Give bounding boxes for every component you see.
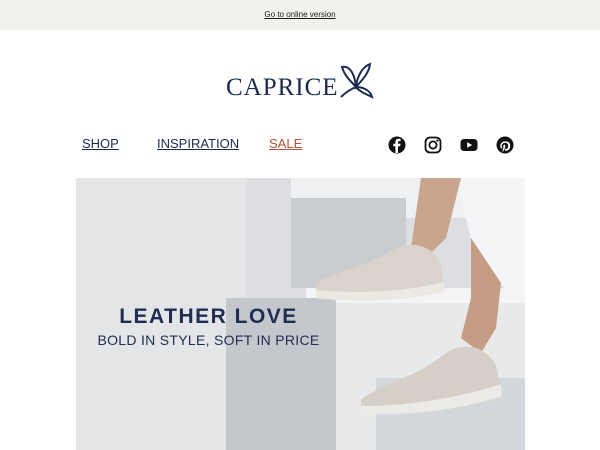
hero-banner[interactable]: LEATHER LOVE BOLD IN STYLE, SOFT IN PRIC… <box>76 178 525 450</box>
nav-inspiration[interactable]: INSPIRATION <box>157 136 239 151</box>
butterfly-icon <box>340 62 374 99</box>
facebook-icon[interactable] <box>388 136 406 154</box>
brand-name: CAPRICE <box>226 74 339 101</box>
top-bar: Go to online version <box>0 0 600 30</box>
pinterest-icon[interactable] <box>496 136 514 154</box>
hero-title: LEATHER LOVE <box>119 305 298 328</box>
instagram-icon[interactable] <box>424 136 442 154</box>
youtube-icon[interactable] <box>460 136 478 154</box>
nav-shop[interactable]: SHOP <box>82 136 119 151</box>
nav-sale[interactable]: SALE <box>269 136 302 151</box>
online-version-link[interactable]: Go to online version <box>0 10 600 19</box>
hero-subtitle: BOLD IN STYLE, SOFT IN PRICE <box>97 332 320 348</box>
caprice-logo[interactable]: CAPRICE <box>226 58 376 102</box>
